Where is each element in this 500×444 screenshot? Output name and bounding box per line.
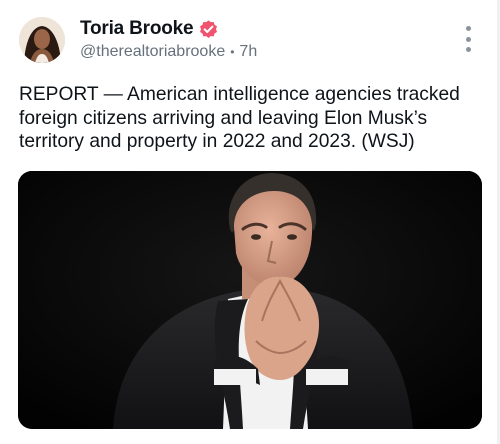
author-avatar[interactable] [19, 17, 65, 63]
portrait-photo [18, 171, 482, 429]
avatar-image [19, 17, 65, 63]
more-vertical-icon[interactable] [458, 26, 478, 52]
verified-badge-icon [198, 19, 219, 40]
author-display-name[interactable]: Toria Brooke [80, 18, 194, 40]
post-card[interactable]: Toria Brooke @therealtoriabrooke • 7h RE… [0, 0, 500, 444]
post-timestamp[interactable]: 7h [239, 43, 257, 61]
post-media-photo[interactable] [18, 171, 482, 429]
post-meta: @therealtoriabrooke • 7h [80, 42, 257, 62]
meta-separator: • [230, 45, 235, 59]
post-text: REPORT — American intelligence agencies … [19, 84, 460, 152]
author-name-row: Toria Brooke [80, 17, 219, 41]
author-handle[interactable]: @therealtoriabrooke [80, 43, 225, 61]
